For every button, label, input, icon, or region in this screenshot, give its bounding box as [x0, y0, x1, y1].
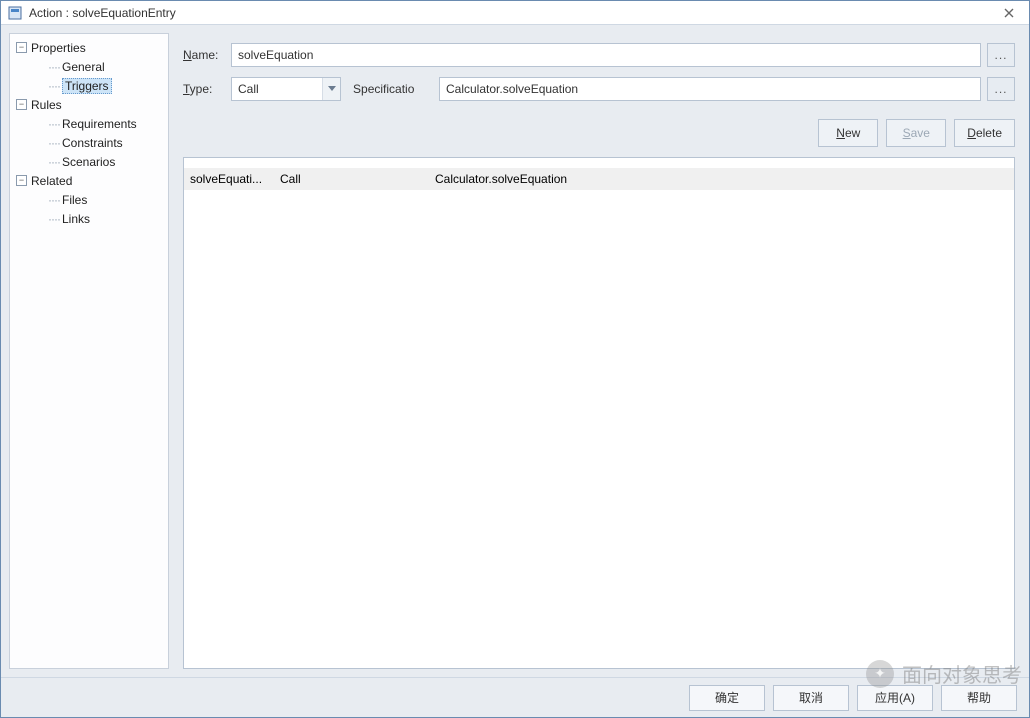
- action-buttons: New Save Delete: [183, 119, 1015, 147]
- list-item[interactable]: solveEquati... Call Calculator.solveEqua…: [184, 168, 1014, 190]
- collapse-icon[interactable]: −: [16, 175, 27, 186]
- collapse-icon[interactable]: −: [16, 42, 27, 53]
- save-button: Save: [886, 119, 946, 147]
- main-panel: Name: ... Type: Call Specificatio ... Ne…: [173, 25, 1029, 677]
- apply-button[interactable]: 应用(A): [857, 685, 933, 711]
- type-row: Type: Call Specificatio ...: [183, 77, 1015, 101]
- list-cell-spec: Calculator.solveEquation: [429, 172, 1014, 186]
- specification-input[interactable]: [439, 77, 981, 101]
- delete-button[interactable]: Delete: [954, 119, 1015, 147]
- specification-label: Specificatio: [353, 82, 433, 96]
- tree-node-properties[interactable]: − Properties: [10, 38, 168, 57]
- chevron-down-icon[interactable]: [322, 78, 340, 100]
- dialog-footer: 确定 取消 应用(A) 帮助: [1, 677, 1029, 717]
- type-value: Call: [232, 82, 322, 96]
- tree-node-general[interactable]: ····General: [10, 57, 168, 76]
- type-label: Type:: [183, 82, 225, 96]
- name-row: Name: ...: [183, 43, 1015, 67]
- triggers-list[interactable]: solveEquati... Call Calculator.solveEqua…: [183, 157, 1015, 669]
- dialog-body: − Properties ····General ····Triggers − …: [1, 25, 1029, 677]
- dialog-window: Action : solveEquationEntry − Properties…: [0, 0, 1030, 718]
- titlebar: Action : solveEquationEntry: [1, 1, 1029, 25]
- type-combo[interactable]: Call: [231, 77, 341, 101]
- close-button[interactable]: [995, 4, 1023, 22]
- new-button[interactable]: New: [818, 119, 878, 147]
- list-cell-name: solveEquati...: [184, 172, 274, 186]
- list-cell-type: Call: [274, 172, 429, 186]
- window-title: Action : solveEquationEntry: [29, 6, 989, 20]
- name-browse-button[interactable]: ...: [987, 43, 1015, 67]
- tree-node-triggers[interactable]: ····Triggers: [10, 76, 168, 95]
- help-button[interactable]: 帮助: [941, 685, 1017, 711]
- name-input[interactable]: [231, 43, 981, 67]
- tree-node-scenarios[interactable]: ····Scenarios: [10, 152, 168, 171]
- tree-node-files[interactable]: ····Files: [10, 190, 168, 209]
- ok-button[interactable]: 确定: [689, 685, 765, 711]
- tree-node-rules[interactable]: − Rules: [10, 95, 168, 114]
- tree-node-constraints[interactable]: ····Constraints: [10, 133, 168, 152]
- collapse-icon[interactable]: −: [16, 99, 27, 110]
- app-icon: [7, 5, 23, 21]
- tree-node-requirements[interactable]: ····Requirements: [10, 114, 168, 133]
- tree-node-links[interactable]: ····Links: [10, 209, 168, 228]
- specification-browse-button[interactable]: ...: [987, 77, 1015, 101]
- tree-node-related[interactable]: − Related: [10, 171, 168, 190]
- name-label: Name:: [183, 48, 225, 62]
- cancel-button[interactable]: 取消: [773, 685, 849, 711]
- nav-tree: − Properties ····General ····Triggers − …: [9, 33, 169, 669]
